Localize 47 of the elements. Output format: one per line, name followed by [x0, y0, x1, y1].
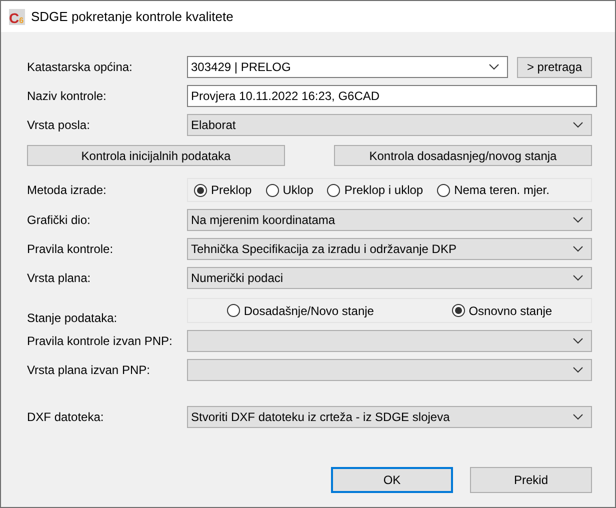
dropdown[interactable]: 303429 | PRELOG	[187, 56, 508, 78]
dropdown[interactable]: Tehnička Specifikacija za izradu i održavanje DKP	[187, 238, 592, 260]
chevron-down-icon	[573, 246, 583, 252]
chevron-down-icon	[573, 338, 583, 344]
dropdown[interactable]: Numerički podaci	[187, 267, 592, 289]
field-label: DXF datoteka:	[27, 409, 105, 426]
dropdown-value: Numerički podaci	[191, 270, 284, 287]
app-logo-icon: C6	[9, 8, 25, 24]
dialog-button[interactable]: Prekid	[470, 467, 592, 493]
field-label: Katastarska općina:	[27, 59, 134, 76]
chevron-down-icon	[573, 275, 583, 281]
input-field[interactable]: Provjera 10.11.2022 16:23, G6CAD	[187, 85, 597, 107]
field-label: Pravila kontrole:	[27, 241, 114, 258]
dialog-button[interactable]: OK	[331, 467, 453, 493]
dropdown[interactable]	[187, 359, 592, 381]
dropdown[interactable]: Elaborat	[187, 114, 592, 136]
chevron-down-icon	[573, 367, 583, 373]
field-label: Vrsta plana:	[27, 270, 92, 287]
chevron-down-icon	[573, 414, 583, 420]
field-label: Naziv kontrole:	[27, 88, 108, 105]
radio-option[interactable]: Uklop	[266, 181, 314, 199]
chevron-down-icon	[573, 217, 583, 223]
dropdown-value: Tehnička Specifikacija za izradu i održavanje DKP	[191, 241, 456, 258]
chevron-down-icon	[573, 122, 583, 128]
radio-option[interactable]: Osnovno stanje	[452, 302, 552, 320]
dropdown-value: 303429 | PRELOG	[191, 59, 291, 76]
window-title: SDGE pokretanje kontrole kvalitete	[31, 8, 234, 26]
action-button[interactable]: Kontrola dosadasnjeg/novog stanja	[334, 145, 592, 166]
dropdown-value: Stvoriti DXF datoteku iz crteža - iz SDGE slojeva	[191, 409, 450, 426]
dropdown-value: Elaborat	[191, 117, 236, 134]
chevron-down-icon	[489, 64, 499, 70]
field-label: Metoda izrade:	[27, 182, 108, 199]
field-label: Stanje podataka:	[27, 310, 118, 327]
field-label: Pravila kontrole izvan PNP:	[27, 333, 174, 350]
dropdown-value: Na mjerenim koordinatama	[191, 212, 336, 229]
dropdown[interactable]: Stvoriti DXF datoteku iz crteža - iz SDGE slojeva	[187, 406, 592, 428]
field-label: Grafički dio:	[27, 212, 92, 229]
search-button[interactable]: > pretraga	[517, 56, 592, 78]
dropdown[interactable]: Na mjerenim koordinatama	[187, 209, 592, 231]
dropdown[interactable]	[187, 330, 592, 352]
radio-option[interactable]: Preklop i uklop	[327, 181, 424, 199]
radio-option[interactable]: Nema teren. mjer.	[437, 181, 550, 199]
radio-option[interactable]: Preklop	[194, 181, 252, 199]
radio-option[interactable]: Dosadašnje/Novo stanje	[226, 302, 374, 320]
action-button[interactable]: Kontrola inicijalnih podataka	[27, 145, 285, 166]
field-label: Vrsta posla:	[27, 117, 91, 134]
field-label: Vrsta plana izvan PNP:	[27, 362, 151, 379]
